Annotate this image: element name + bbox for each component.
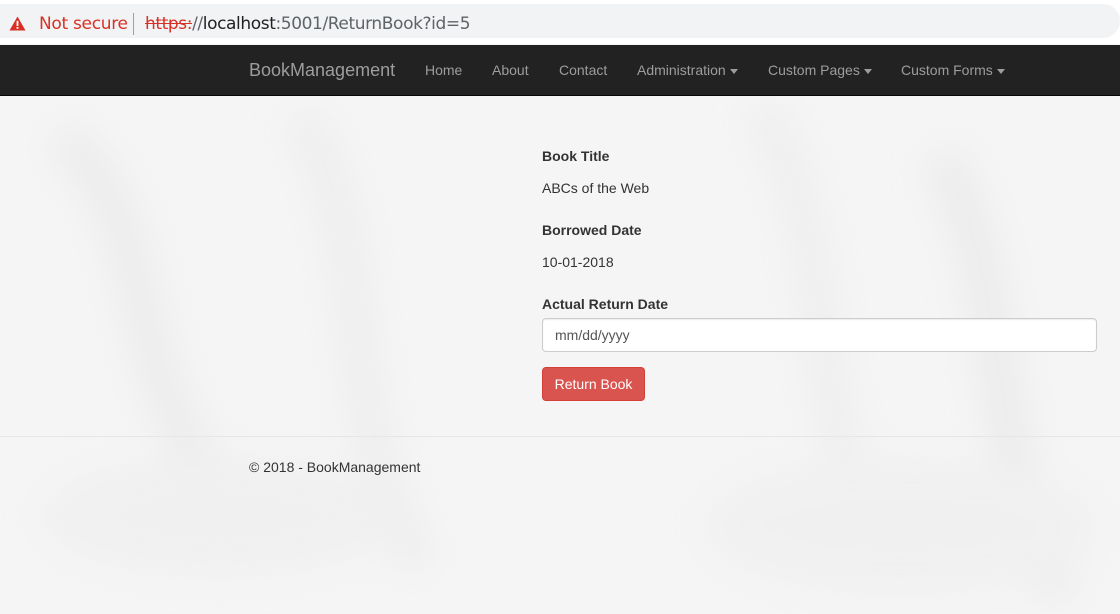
warning-triangle-icon[interactable]: [9, 16, 26, 31]
security-status-label[interactable]: Not secure: [39, 14, 128, 34]
omnibox[interactable]: Not secure https://localhost:5001/Return…: [0, 4, 1120, 38]
caret-down-icon: [863, 68, 872, 74]
caret-down-icon: [996, 68, 1005, 74]
actual-return-date-input[interactable]: [542, 318, 1097, 352]
return-book-button[interactable]: Return Book: [542, 367, 645, 401]
borrowed-date-label: Borrowed Date: [542, 222, 642, 238]
address-divider: [133, 13, 134, 35]
footer-divider: [0, 436, 1120, 437]
navbar-brand-link[interactable]: BookManagement: [249, 60, 395, 81]
url-scheme: https:: [145, 14, 193, 34]
url-text[interactable]: https://localhost:5001/ReturnBook?id=5: [145, 14, 471, 34]
nav-item-custom-pages-dropdown[interactable]: Custom Pages: [768, 62, 872, 78]
borrowed-date-value: 10-01-2018: [542, 254, 614, 270]
nav-item-contact[interactable]: Contact: [559, 62, 607, 78]
actual-return-date-label: Actual Return Date: [542, 296, 669, 312]
nav-item-label: Custom Forms: [901, 62, 993, 78]
nav-item-home[interactable]: Home: [425, 62, 462, 78]
browser-address-bar: Not secure https://localhost:5001/Return…: [0, 0, 1120, 44]
url-host: localhost: [202, 14, 276, 34]
nav-item-label: Custom Pages: [768, 62, 860, 78]
nav-item-label: About: [492, 62, 529, 78]
nav-item-administration-dropdown[interactable]: Administration: [637, 62, 738, 78]
nav-item-label: Administration: [637, 62, 726, 78]
book-title-value: ABCs of the Web: [542, 180, 650, 196]
background-texture: [0, 96, 1120, 614]
caret-down-icon: [729, 68, 738, 74]
nav-item-custom-forms-dropdown[interactable]: Custom Forms: [901, 62, 1005, 78]
url-slashes: //: [192, 14, 203, 34]
url-path: :5001/ReturnBook?id=5: [275, 14, 471, 34]
nav-item-label: Home: [425, 62, 463, 78]
top-navbar: BookManagement Home About Contact Admini…: [0, 45, 1120, 96]
footer-copyright: © 2018 - BookManagement: [249, 459, 421, 475]
nav-item-label: Contact: [559, 62, 608, 78]
nav-item-about[interactable]: About: [492, 62, 529, 78]
book-title-label: Book Title: [542, 148, 610, 164]
